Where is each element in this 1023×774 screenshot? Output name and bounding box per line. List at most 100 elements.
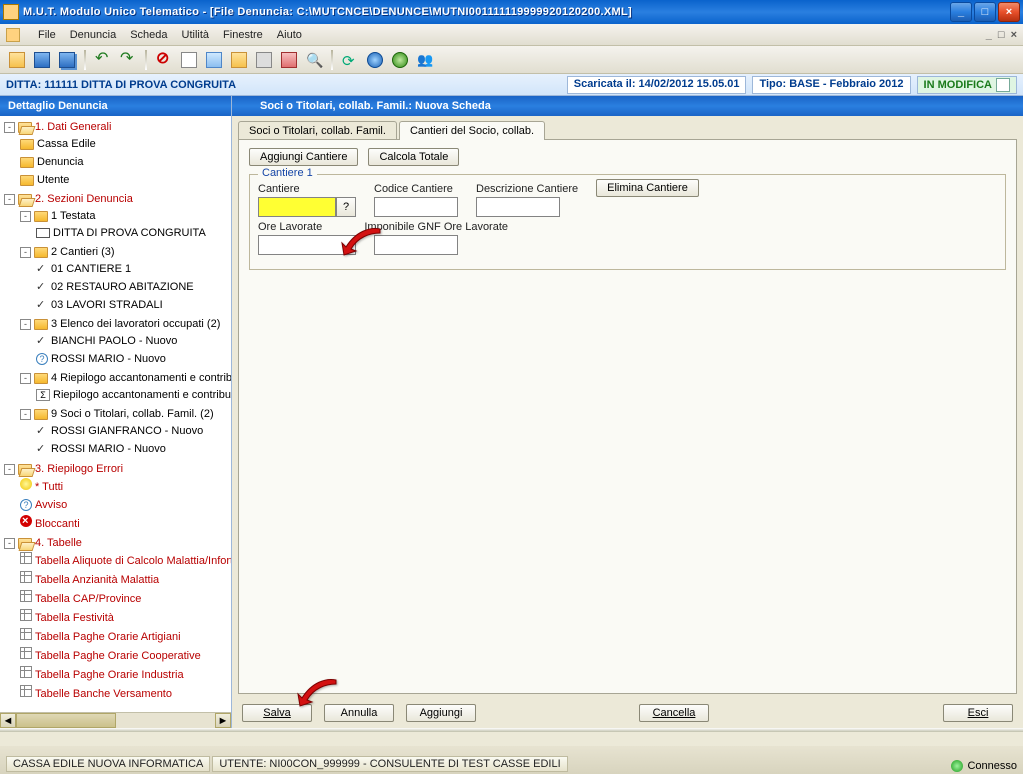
tree-item-cantiere-3[interactable]: 03 LAVORI STRADALI	[36, 296, 229, 314]
descrizione-cantiere-input[interactable]	[476, 197, 560, 217]
toolbar-users-icon[interactable]: 👥	[414, 49, 436, 71]
elimina-cantiere-button[interactable]: Elimina Cantiere	[596, 179, 699, 197]
aggiungi-button[interactable]: Aggiungi	[406, 704, 476, 722]
tree-node-utente[interactable]: Utente	[20, 171, 229, 189]
right-panel-title: Soci o Titolari, collab. Famil.: Nuova S…	[232, 96, 1023, 116]
tree-item-tabella-festivita[interactable]: Tabella Festività	[20, 608, 229, 627]
red-arrow-annotation-1	[340, 225, 382, 257]
tree-item-tabella-aliquote[interactable]: Tabella Aliquote di Calcolo Malattia/Inf…	[20, 551, 229, 570]
tab-body: Aggiungi Cantiere Calcola Totale Cantier…	[238, 139, 1017, 694]
tree-item-riepilogo-acc[interactable]: Riepilogo accantonamenti e contributi	[36, 386, 229, 404]
tree-node-cantieri[interactable]: -2 Cantieri (3) 01 CANTIERE 1 02 RESTAUR…	[20, 243, 229, 315]
scaricata-pill: Scaricata il: 14/02/2012 15.05.01	[567, 76, 747, 94]
menu-app-icon	[6, 28, 20, 42]
tree-item-rossi-gianfranco[interactable]: ROSSI GIANFRANCO - Nuovo	[36, 422, 229, 440]
calcola-totale-button[interactable]: Calcola Totale	[368, 148, 459, 166]
cancella-button[interactable]: Cancella	[639, 704, 709, 722]
tree-item-avviso[interactable]: Avviso	[20, 496, 229, 514]
imponibile-gnf-input[interactable]	[374, 235, 458, 255]
tree-item-rossi-mario-lav[interactable]: ROSSI MARIO - Nuovo	[36, 350, 229, 368]
toolbar-open-icon[interactable]	[6, 49, 28, 71]
stato-checkbox-icon	[996, 78, 1010, 92]
toolbar-globe-icon[interactable]	[389, 49, 411, 71]
tree-item-rossi-mario-soc[interactable]: ROSSI MARIO - Nuovo	[36, 440, 229, 458]
mdi-close-button[interactable]: ×	[1011, 29, 1017, 41]
tree-node-denuncia[interactable]: Denuncia	[20, 153, 229, 171]
tree-item-tabella-anzianita[interactable]: Tabella Anzianità Malattia	[20, 570, 229, 589]
toolbar-refresh-icon[interactable]: ⟳	[339, 49, 361, 71]
tree-node-lavoratori[interactable]: -3 Elenco dei lavoratori occupati (2) BI…	[20, 315, 229, 369]
tree-item-tabella-cooperative[interactable]: Tabella Paghe Orarie Cooperative	[20, 646, 229, 665]
error-icon	[20, 515, 32, 527]
cantiere-input[interactable]	[258, 197, 336, 217]
window-titlebar: M.U.T. Modulo Unico Telematico - [File D…	[0, 0, 1023, 24]
toolbar-save-icon[interactable]	[31, 49, 53, 71]
menu-scheda[interactable]: Scheda	[130, 29, 167, 41]
right-panel: Soci o Titolari, collab. Famil.: Nuova S…	[232, 96, 1023, 728]
tree-item-tabella-cap[interactable]: Tabella CAP/Province	[20, 589, 229, 608]
close-button[interactable]: ×	[998, 2, 1020, 22]
toolbar: ↶ ↷ ⊘ 🔍 ⟳ 👥	[0, 46, 1023, 74]
toolbar-undo-icon[interactable]: ↶	[92, 49, 114, 71]
maximize-button[interactable]: □	[974, 2, 996, 22]
toolbar-find-icon[interactable]: 🔍	[303, 49, 325, 71]
tree-node-dati-generali[interactable]: -1. Dati Generali Cassa Edile Denuncia U…	[4, 118, 229, 190]
tree-item-bianchi[interactable]: BIANCHI PAOLO - Nuovo	[36, 332, 229, 350]
toolbar-print-icon[interactable]	[253, 49, 275, 71]
scroll-right-icon[interactable]: ►	[215, 713, 231, 728]
status-gap	[0, 732, 1023, 746]
esci-button[interactable]: Esci	[943, 704, 1013, 722]
tree-node-tabelle[interactable]: -4. Tabelle Tabella Aliquote di Calcolo …	[4, 534, 229, 704]
check-icon	[36, 335, 48, 347]
tab-soci-titolari[interactable]: Soci o Titolari, collab. Famil.	[238, 121, 397, 140]
toolbar-web-icon[interactable]	[364, 49, 386, 71]
aggiungi-cantiere-button[interactable]: Aggiungi Cantiere	[249, 148, 358, 166]
menu-bar: File Denuncia Scheda Utilità Finestre Ai…	[0, 24, 1023, 46]
table-icon	[20, 685, 32, 697]
menu-aiuto[interactable]: Aiuto	[277, 29, 302, 41]
cantiere-1-group: Cantiere 1 Cantiere ? Codice Cantiere	[249, 174, 1006, 270]
tree-item-cantiere-1[interactable]: 01 CANTIERE 1	[36, 260, 229, 278]
tree-item-ditta-prova[interactable]: DITTA DI PROVA CONGRUITA	[36, 224, 229, 242]
toolbar-cancel-icon[interactable]: ⊘	[153, 49, 175, 71]
tree-item-tabella-artigiani[interactable]: Tabella Paghe Orarie Artigiani	[20, 627, 229, 646]
check-icon	[36, 263, 48, 275]
scroll-left-icon[interactable]: ◄	[0, 713, 16, 728]
tree-item-cantiere-2[interactable]: 02 RESTAURO ABITAZIONE	[36, 278, 229, 296]
tree-node-cassa-edile[interactable]: Cassa Edile	[20, 135, 229, 153]
menu-finestre[interactable]: Finestre	[223, 29, 263, 41]
table-icon	[20, 609, 32, 621]
tree-view[interactable]: -1. Dati Generali Cassa Edile Denuncia U…	[0, 116, 231, 712]
toolbar-export-icon[interactable]	[278, 49, 300, 71]
menu-file[interactable]: File	[38, 29, 56, 41]
tree-horizontal-scrollbar[interactable]: ◄ ►	[0, 712, 231, 728]
mdi-minimize-button[interactable]: _	[986, 29, 992, 41]
toolbar-saveall-icon[interactable]	[56, 49, 78, 71]
toolbar-calc-icon[interactable]	[203, 49, 225, 71]
tree-node-testata[interactable]: -1 Testata DITTA DI PROVA CONGRUITA	[20, 207, 229, 243]
minimize-button[interactable]: _	[950, 2, 972, 22]
toolbar-doc-icon[interactable]	[178, 49, 200, 71]
menu-denuncia[interactable]: Denuncia	[70, 29, 116, 41]
tree-item-tabelle-banche[interactable]: Tabelle Banche Versamento	[20, 684, 229, 703]
check-icon	[36, 299, 48, 311]
tree-node-riepilogo-acc[interactable]: -4 Riepilogo accantonamenti e contributi…	[20, 369, 229, 405]
tree-item-bloccanti[interactable]: Bloccanti	[20, 514, 229, 533]
toolbar-edit-icon[interactable]	[228, 49, 250, 71]
tree-item-tutti[interactable]: * Tutti	[20, 477, 229, 496]
status-bar: CASSA EDILE NUOVA INFORMATICA UTENTE: NI…	[0, 746, 1023, 774]
tree-item-tabella-industria[interactable]: Tabella Paghe Orarie Industria	[20, 665, 229, 684]
toolbar-redo-icon[interactable]: ↷	[117, 49, 139, 71]
cantiere-lookup-button[interactable]: ?	[336, 197, 356, 217]
tree-node-soci-titolari[interactable]: -9 Soci o Titolari, collab. Famil. (2) R…	[20, 405, 229, 459]
descrizione-cantiere-label: Descrizione Cantiere	[476, 183, 578, 195]
menu-utilita[interactable]: Utilità	[182, 29, 210, 41]
codice-cantiere-input[interactable]	[374, 197, 458, 217]
tree-node-riepilogo-errori[interactable]: -3. Riepilogo Errori * Tutti Avviso Bloc…	[4, 460, 229, 534]
group-legend: Cantiere 1	[258, 167, 317, 179]
scroll-thumb[interactable]	[16, 713, 116, 728]
tree-node-sezioni-denuncia[interactable]: -2. Sezioni Denuncia -1 Testata DITTA DI…	[4, 190, 229, 460]
mdi-restore-button[interactable]: □	[998, 29, 1005, 41]
table-icon	[20, 552, 32, 564]
tab-cantieri-socio[interactable]: Cantieri del Socio, collab.	[399, 121, 545, 140]
